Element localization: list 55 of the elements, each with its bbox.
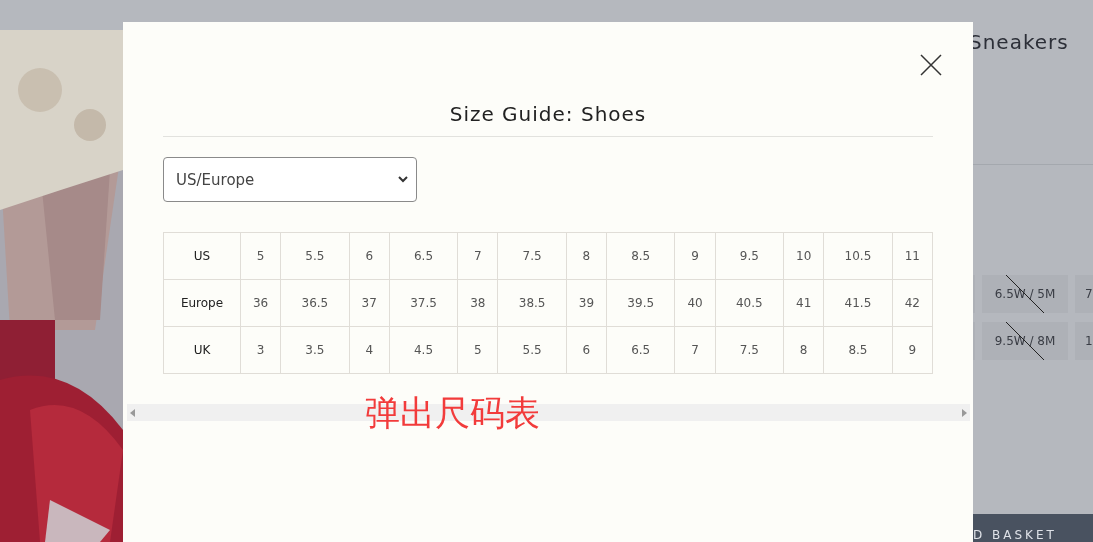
table-cell: 10: [783, 232, 824, 280]
scroll-right-icon[interactable]: [961, 408, 967, 417]
table-cell: 7.5: [497, 232, 567, 280]
size-option[interactable]: 9.5W / 8M: [982, 322, 1068, 360]
table-cell: 36: [240, 279, 281, 327]
region-select[interactable]: US/Europe: [163, 157, 417, 202]
table-cell: 8.5: [823, 326, 893, 374]
size-option[interactable]: 1: [1075, 322, 1093, 360]
size-option[interactable]: 7: [1075, 275, 1093, 313]
table-cell: 4.5: [389, 326, 458, 374]
table-cell: 3: [240, 326, 281, 374]
table-cell: 42: [892, 279, 933, 327]
table-cell: 5: [240, 232, 281, 280]
table-cell: 11: [892, 232, 933, 280]
table-cell: 7: [674, 326, 716, 374]
table-cell: 38.5: [497, 279, 567, 327]
table-cell: 38: [457, 279, 498, 327]
table-row-header: Europe: [163, 279, 241, 327]
table-cell: 3.5: [280, 326, 350, 374]
table-cell: 7: [457, 232, 498, 280]
table-cell: 9: [892, 326, 933, 374]
table-cell: 8: [783, 326, 824, 374]
table-cell: 10.5: [823, 232, 893, 280]
table-cell: 40: [674, 279, 716, 327]
table-row-header: UK: [163, 326, 241, 374]
table-cell: 7.5: [715, 326, 784, 374]
add-to-basket-button[interactable]: D BASKET: [973, 514, 1093, 542]
table-cell: 37.5: [389, 279, 458, 327]
table-cell: 9: [674, 232, 716, 280]
table-cell: 9.5: [715, 232, 784, 280]
table-cell: 6.5: [606, 326, 675, 374]
table-cell: 39.5: [606, 279, 675, 327]
table-cell: 8: [566, 232, 607, 280]
modal-title: Size Guide: Shoes: [163, 102, 933, 137]
table-cell: 8.5: [606, 232, 675, 280]
table-cell: 5.5: [497, 326, 567, 374]
size-option[interactable]: 6.5W / 5M: [982, 275, 1068, 313]
table-cell: 6.5: [389, 232, 458, 280]
table-row-header: US: [163, 232, 241, 280]
table-cell: 36.5: [280, 279, 350, 327]
table-cell: 40.5: [715, 279, 784, 327]
table-cell: 5: [457, 326, 498, 374]
chevron-down-icon: [398, 176, 408, 183]
annotation-text: 弹出尺码表: [365, 392, 540, 434]
table-cell: 41.5: [823, 279, 893, 327]
table-cell: 39: [566, 279, 607, 327]
scroll-left-icon[interactable]: [130, 408, 136, 417]
table-cell: 5.5: [280, 232, 350, 280]
table-cell: 6: [349, 232, 390, 280]
table-cell: 41: [783, 279, 824, 327]
table-cell: 37: [349, 279, 390, 327]
table-cell: 6: [566, 326, 607, 374]
close-icon[interactable]: [920, 54, 942, 76]
product-title: Sneakers: [969, 30, 1070, 56]
table-cell: 4: [349, 326, 390, 374]
